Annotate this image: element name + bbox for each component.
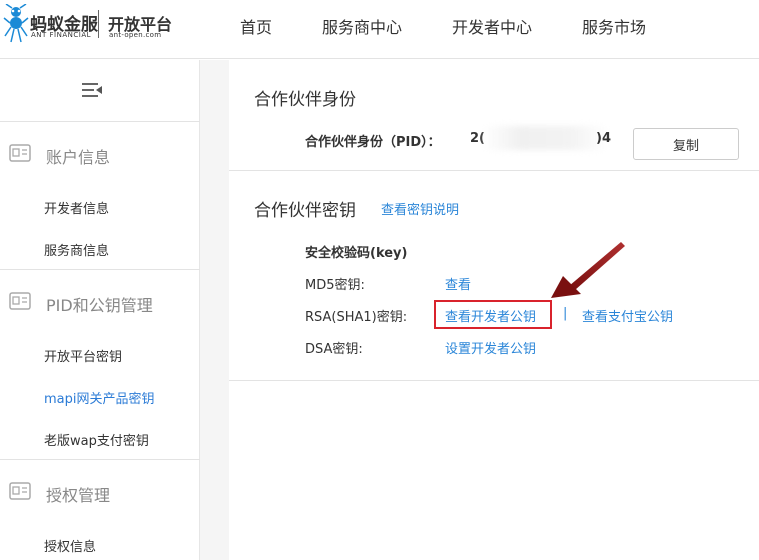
sidebar-item-developer-info[interactable]: 开发者信息 [44, 198, 109, 217]
top-header: 蚂蚁金服 ANT FINANCIAL 开放平台 ant-open.com 首页 … [0, 0, 759, 59]
identity-section-title: 合作伙伴身份 [254, 90, 356, 110]
section-divider [229, 380, 759, 381]
menu-collapse-icon[interactable] [80, 80, 104, 100]
nav-provider-center[interactable]: 服务商中心 [322, 14, 402, 38]
section-divider [229, 170, 759, 171]
md5-view-link[interactable]: 查看 [445, 274, 471, 293]
sidebar-item-mapi-keys[interactable]: mapi网关产品密钥 [44, 388, 155, 407]
sidebar-item-open-platform-keys[interactable]: 开放平台密钥 [44, 346, 122, 365]
pid-label: 合作伙伴身份（PID）： [305, 135, 441, 150]
sidebar-gutter [200, 60, 229, 560]
sidebar-divider [0, 459, 200, 460]
nav-developer-center[interactable]: 开发者中心 [452, 14, 532, 38]
sidebar-item-legacy-wap-keys[interactable]: 老版wap支付密钥 [44, 430, 149, 449]
pid-value-suffix: )4 [596, 131, 611, 146]
sidebar-group-account[interactable]: 账户信息 [46, 144, 110, 168]
sidebar-item-auth-info[interactable]: 授权信息 [44, 536, 96, 555]
pid-redaction [483, 126, 609, 150]
rsa-view-developer-key-link[interactable]: 查看开发者公钥 [445, 306, 536, 325]
copy-pid-button[interactable]: 复制 [633, 128, 739, 160]
id-card-icon [9, 482, 31, 500]
sidebar-divider [0, 121, 200, 122]
main-content: 合作伙伴身份 合作伙伴身份（PID）： 2( )4 复制 合作伙伴密钥 查看密钥… [229, 60, 759, 560]
dsa-set-developer-key-link[interactable]: 设置开发者公钥 [445, 338, 536, 357]
sidebar-group-pid-keys[interactable]: PID和公钥管理 [46, 292, 153, 316]
keys-section-title: 合作伙伴密钥 [254, 201, 356, 221]
logo[interactable]: 蚂蚁金服 ANT FINANCIAL 开放平台 ant-open.com [0, 0, 190, 50]
ant-logo-icon [3, 4, 29, 43]
logo-brand-subtext: ANT FINANCIAL [31, 31, 92, 39]
id-card-icon [9, 144, 31, 162]
key-heading: 安全校验码(key) [305, 246, 408, 261]
rsa-key-label: RSA(SHA1)密钥: [305, 310, 408, 325]
dsa-key-label: DSA密钥: [305, 342, 363, 357]
nav-service-market[interactable]: 服务市场 [582, 14, 646, 38]
sidebar: 账户信息 开发者信息 服务商信息 PID和公钥管理 开放平台密钥 mapi网关产… [0, 60, 200, 560]
sidebar-divider [0, 269, 200, 270]
logo-platform-url: ant-open.com [109, 31, 162, 39]
id-card-icon [9, 292, 31, 310]
sidebar-item-provider-info[interactable]: 服务商信息 [44, 240, 109, 259]
sidebar-group-authorization[interactable]: 授权管理 [46, 482, 110, 506]
logo-divider [98, 10, 99, 38]
key-help-link[interactable]: 查看密钥说明 [381, 199, 459, 218]
md5-key-label: MD5密钥: [305, 278, 365, 293]
nav-home[interactable]: 首页 [240, 14, 272, 38]
annotation-arrow-icon [551, 242, 625, 298]
